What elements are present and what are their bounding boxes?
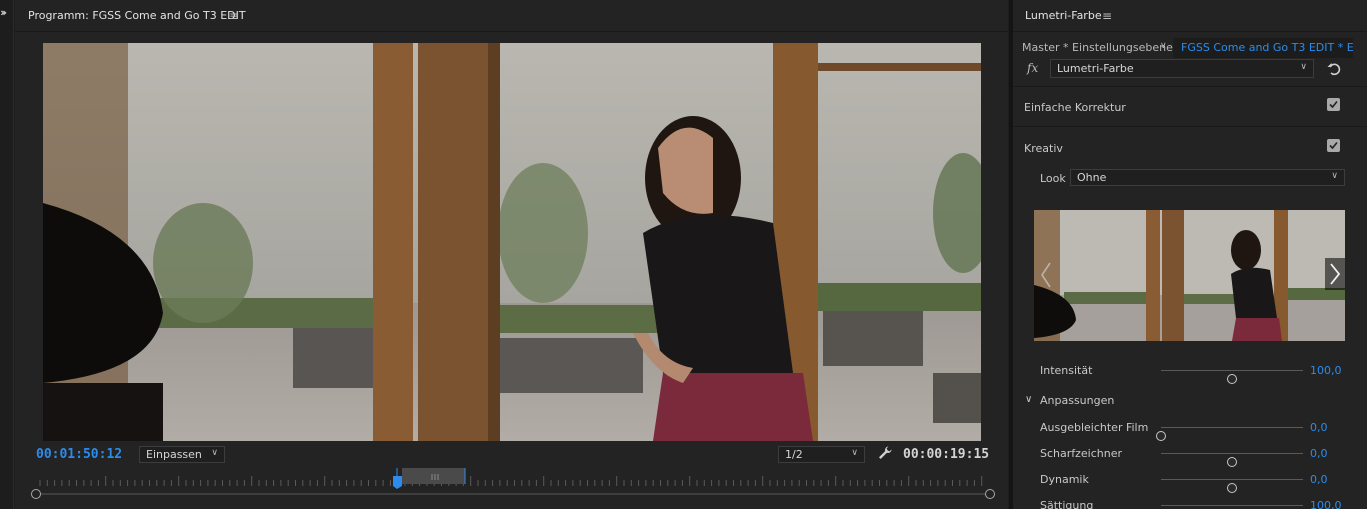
look-preview (1034, 210, 1345, 341)
slider-label: Dynamik (1040, 473, 1089, 486)
adjustments-header[interactable]: ∨ Anpassungen (1013, 392, 1367, 410)
section-basic-label: Einfache Korrektur (1024, 101, 1126, 114)
edge-divider (13, 0, 14, 509)
scrollbar-left-handle[interactable] (31, 489, 41, 499)
chevron-down-icon: ∨ (211, 448, 218, 458)
monitor-menu-icon[interactable]: ≡ (229, 9, 239, 23)
faded-film-slider-row: Ausgebleichter Film 0,0 (1013, 418, 1367, 441)
chevron-left-icon[interactable] (1038, 260, 1054, 290)
video-frame[interactable] (43, 43, 981, 441)
look-preview-image (1034, 210, 1345, 341)
adjustments-label: Anpassungen (1040, 394, 1115, 407)
clip-tabs: Master * Einstellungsebene ∨ FGSS Come a… (1013, 38, 1367, 58)
slider-knob[interactable] (1227, 483, 1237, 493)
chevron-down-icon: ∨ (1025, 394, 1033, 405)
saturation-slider-row: Sättigung 100,0 (1013, 496, 1367, 509)
resolution-dropdown[interactable]: 1/2 ∨ (778, 446, 865, 463)
slider-track[interactable] (1161, 505, 1303, 506)
reset-icon[interactable] (1326, 61, 1342, 77)
effect-row: fx Lumetri-Farbe ∨ (1013, 58, 1367, 80)
time-ruler[interactable] (30, 466, 992, 490)
monitor-header: Programm: FGSS Come and Go T3 EDIT ≡ (15, 0, 1008, 32)
slider-label: Scharfzeichner (1040, 447, 1123, 460)
playhead-marker[interactable] (393, 476, 402, 489)
wrench-icon[interactable] (877, 445, 893, 461)
next-look-button[interactable] (1325, 258, 1345, 290)
intensity-label: Intensität (1040, 364, 1093, 377)
effect-dropdown[interactable]: Lumetri-Farbe ∨ (1050, 59, 1314, 78)
scrollbar-right-handle[interactable] (985, 489, 995, 499)
slider-value[interactable]: 100,0 (1310, 499, 1342, 509)
slider-track[interactable] (1161, 479, 1303, 493)
expand-panels-icon[interactable]: ››› (0, 6, 7, 19)
tab-clip[interactable]: FGSS Come and Go T3 EDIT * E... (1173, 38, 1353, 58)
left-edge: ››› (0, 0, 12, 509)
chevron-down-icon[interactable]: ∨ (1160, 41, 1167, 51)
slider-track[interactable] (1156, 427, 1303, 441)
intensity-slider-row: Intensität 100,0 (1013, 361, 1367, 384)
program-monitor: Programm: FGSS Come and Go T3 EDIT ≡ 00:… (15, 0, 1008, 509)
panel-header: Lumetri-Farbe ≡ (1013, 0, 1367, 32)
section-creative[interactable]: Kreativ (1013, 126, 1367, 162)
current-timecode[interactable]: 00:01:50:12 (36, 447, 122, 462)
intensity-knob[interactable] (1227, 374, 1237, 384)
fit-dropdown[interactable]: Einpassen ∨ (139, 446, 225, 463)
slider-value[interactable]: 0,0 (1310, 421, 1328, 434)
chevron-down-icon: ∨ (851, 448, 858, 458)
intensity-track[interactable] (1161, 370, 1303, 384)
zoom-scrollbar[interactable] (35, 493, 990, 495)
resolution-dropdown-label: 1/2 (785, 448, 803, 461)
basic-correction-checkbox[interactable] (1327, 98, 1340, 111)
video-image (43, 43, 981, 441)
section-basic-correction[interactable]: Einfache Korrektur (1013, 86, 1367, 126)
tab-master[interactable]: Master * Einstellungsebene (1022, 41, 1173, 54)
slider-knob[interactable] (1227, 457, 1237, 467)
checkmark-icon (1329, 141, 1338, 150)
sharpen-slider-row: Scharfzeichner 0,0 (1013, 444, 1367, 467)
look-dropdown[interactable]: Ohne ∨ (1070, 169, 1345, 186)
panel-menu-icon[interactable]: ≡ (1102, 9, 1112, 23)
panel-title[interactable]: Lumetri-Farbe (1025, 9, 1102, 22)
fx-icon[interactable]: fx (1027, 61, 1038, 75)
slider-label: Ausgebleichter Film (1040, 421, 1149, 434)
intensity-value[interactable]: 100,0 (1310, 364, 1342, 377)
vibrance-slider-row: Dynamik 0,0 (1013, 470, 1367, 493)
chevron-down-icon: ∨ (1300, 62, 1307, 72)
slider-track[interactable] (1161, 453, 1303, 467)
look-label: Look (1040, 172, 1066, 185)
duration-timecode: 00:00:19:15 (903, 447, 990, 462)
monitor-title[interactable]: Programm: FGSS Come and Go T3 EDIT (28, 9, 246, 22)
chevron-down-icon: ∨ (1331, 171, 1338, 181)
slider-knob[interactable] (1156, 431, 1166, 441)
effect-dropdown-label: Lumetri-Farbe (1057, 62, 1134, 75)
section-creative-label: Kreativ (1024, 142, 1063, 155)
chevron-right-icon (1330, 263, 1341, 285)
slider-value[interactable]: 0,0 (1310, 447, 1328, 460)
look-dropdown-label: Ohne (1077, 171, 1107, 184)
slider-value[interactable]: 0,0 (1310, 473, 1328, 486)
checkmark-icon (1329, 100, 1338, 109)
slider-label: Sättigung (1040, 499, 1094, 509)
work-area-bar[interactable] (402, 468, 465, 484)
lumetri-panel: Lumetri-Farbe ≡ Master * Einstellungsebe… (1013, 0, 1367, 509)
creative-checkbox[interactable] (1327, 139, 1340, 152)
fit-dropdown-label: Einpassen (146, 448, 202, 461)
